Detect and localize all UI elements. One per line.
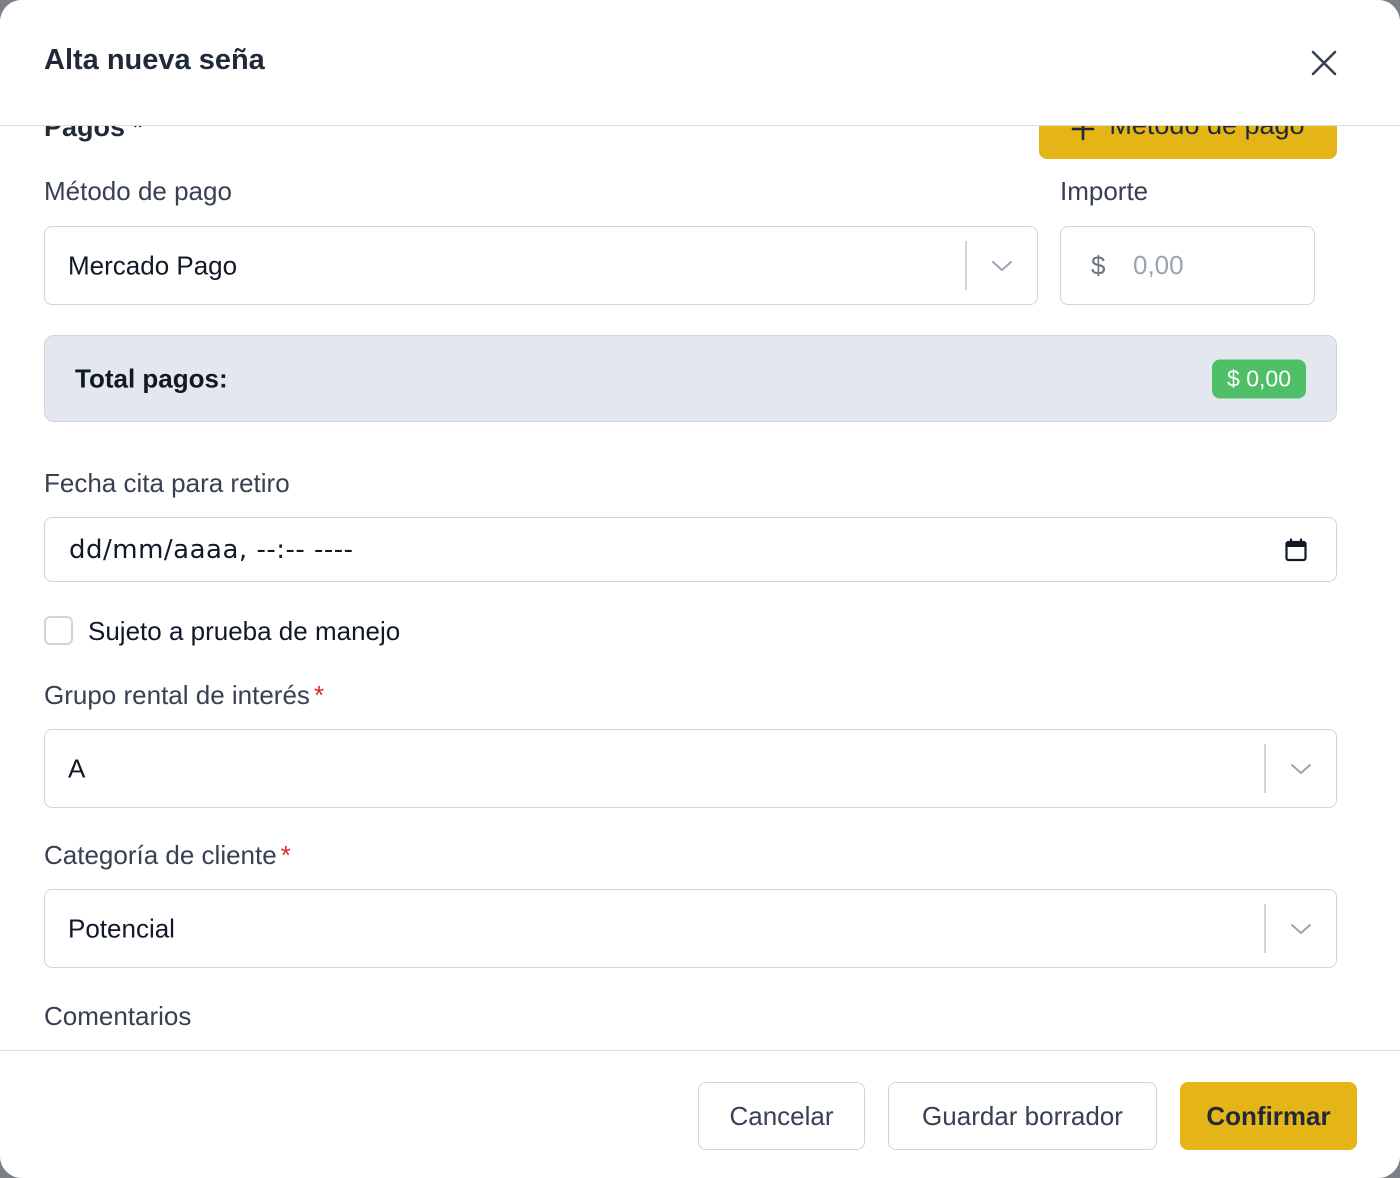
amount-input[interactable]: [1133, 237, 1303, 293]
select-separator: [1264, 904, 1266, 953]
select-separator: [965, 241, 967, 290]
client-category-label-wrap: Categoría de cliente *: [44, 840, 291, 871]
appointment-datetime-placeholder: dd/mm/aaaa, --:-- ----: [69, 534, 354, 565]
modal-dialog: Alta nueva seña Pagos * Método de pago M…: [0, 0, 1400, 1178]
payments-section-title: Pagos *: [44, 126, 144, 142]
client-category-value: Potencial: [68, 913, 175, 943]
client-category-select[interactable]: Potencial: [44, 889, 1337, 968]
close-button[interactable]: [1303, 42, 1345, 84]
modal-body[interactable]: Pagos * Método de pago Método de pago Im…: [0, 126, 1400, 1050]
chevron-down-icon: [992, 260, 1012, 271]
confirm-button[interactable]: Confirmar: [1180, 1082, 1357, 1150]
payment-method-label: Método de pago: [44, 176, 232, 206]
amount-field[interactable]: $: [1060, 226, 1315, 305]
modal-title: Alta nueva seña: [44, 44, 265, 76]
modal-header: Alta nueva seña: [0, 0, 1400, 126]
close-icon: [1311, 50, 1337, 76]
amount-label: Importe: [1060, 176, 1149, 206]
payment-method-value: Mercado Pago: [68, 250, 238, 280]
comments-label: Comentarios: [44, 1001, 192, 1031]
rental-group-label-wrap: Grupo rental de interés *: [44, 680, 324, 711]
appointment-datetime-input[interactable]: dd/mm/aaaa, --:-- ----: [44, 517, 1337, 582]
chevron-down-icon: [1291, 923, 1311, 934]
test-drive-label[interactable]: Sujeto a prueba de manejo: [88, 616, 400, 647]
calendar-icon[interactable]: [1284, 537, 1308, 562]
modal-footer: Cancelar Guardar borrador Confirmar: [0, 1050, 1400, 1178]
total-payments-badge: $ 0,00: [1212, 359, 1306, 398]
add-payment-method-label: Método de pago: [1109, 126, 1304, 141]
rental-group-label: Grupo rental de interés: [44, 680, 310, 710]
plus-icon: [1072, 126, 1095, 141]
currency-symbol: $: [1091, 250, 1106, 280]
payments-total-bar: Total pagos: $ 0,00: [44, 335, 1337, 422]
appointment-date-label: Fecha cita para retiro: [44, 468, 290, 498]
select-separator: [1264, 744, 1266, 793]
required-mark: *: [313, 680, 325, 710]
total-payments-label: Total pagos:: [75, 363, 228, 393]
add-payment-method-button[interactable]: Método de pago: [1039, 126, 1337, 159]
rental-group-value: A: [68, 753, 86, 783]
client-category-label: Categoría de cliente: [44, 840, 277, 870]
cancel-button[interactable]: Cancelar: [698, 1082, 865, 1150]
rental-group-select[interactable]: A: [44, 729, 1337, 808]
test-drive-checkbox[interactable]: [44, 616, 73, 645]
save-draft-button[interactable]: Guardar borrador: [888, 1082, 1157, 1150]
chevron-down-icon: [1291, 763, 1311, 774]
payment-method-select[interactable]: Mercado Pago: [44, 226, 1038, 305]
required-mark: *: [280, 840, 291, 870]
